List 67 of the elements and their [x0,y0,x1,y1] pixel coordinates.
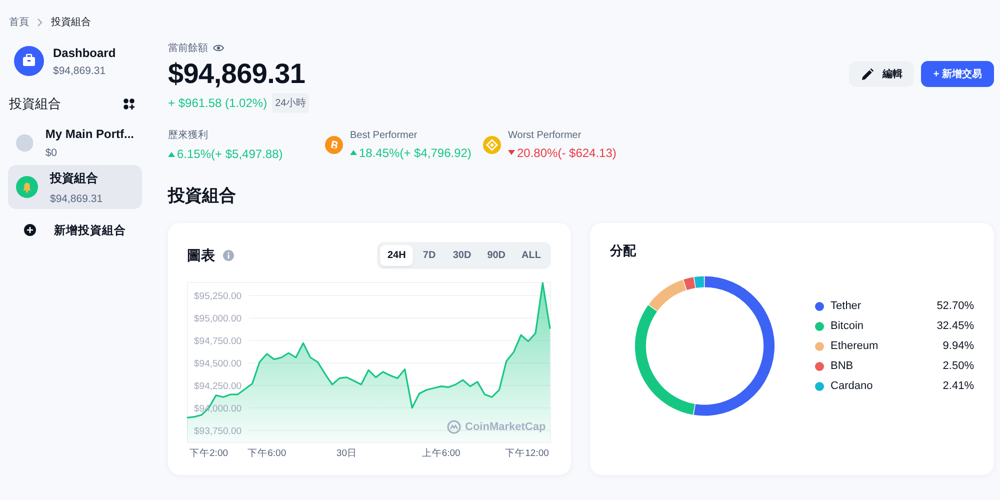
stat-label: 歷來獲利 [168,128,209,142]
dashboard-value: $94,869.31 [53,64,107,76]
portfolio-item[interactable]: 投資組合 $94,869.31 [8,165,142,209]
x-axis-label: 上午6:00 [422,448,460,459]
y-axis-label: $94,250.00 [194,380,242,392]
breadcrumb-link[interactable]: 首頁 [9,15,29,29]
bell-icon [16,176,38,198]
portfolio-name: 投資組合 [50,170,99,186]
x-axis-label: 下午6:00 [248,448,286,459]
legend-share: 9.94% [942,340,974,352]
legend-share: 52.70% [936,300,974,312]
legend-share: 2.41% [942,380,974,392]
range-tab[interactable]: 90D [480,245,513,266]
legend-name: Ethereum [830,340,880,352]
legend-name: Bitcoin [830,320,865,332]
y-axis-label: $95,250.00 [194,290,242,302]
range-tab[interactable]: 30D [446,245,478,266]
portfolio-value: $94,869.31 [50,192,103,204]
legend-name: Tether [830,300,862,312]
y-axis-label: $93,750.00 [194,426,242,437]
x-axis-label: 30日 [336,448,357,459]
stat-label: Worst Performer [508,130,582,140]
portfolio-name: My Main Portf... [45,127,134,141]
dashboard-item[interactable]: Dashboard $94,869.31 [8,45,142,77]
avatar-icon [16,132,34,154]
range-tab[interactable]: 7D [414,245,444,266]
coin-icon [483,136,501,154]
range-tab[interactable]: 24H [380,245,413,266]
stat-label: Best Performer [350,130,418,140]
section-label: 投資組合 [9,95,61,113]
bitcoin-icon [325,136,343,154]
add-icon [24,223,36,237]
eye-icon [213,44,224,52]
stat-value: 18.45%(+ $4,796.92) [359,146,472,160]
stat-value: 20.80%(- $624.13) [517,146,616,160]
x-axis-label: 下午2:00 [190,448,228,459]
card-title: 分配 [610,242,636,260]
add-transaction-button[interactable]: + 新增交易 [921,61,994,87]
chevron-icon [37,18,43,26]
card-title: 圖表 [187,246,215,264]
stat-value: 6.15%(+ $5,497.88) [177,147,283,161]
y-axis-label: $94,500.00 [194,358,242,370]
chart-watermark: CoinMarketCap [447,420,546,434]
portfolio-value: $0 [45,147,58,159]
x-axis-label: 下午12:00 [505,448,549,459]
balance-change: + $961.58 (1.02%) [168,96,268,110]
dashboard-title: Dashboard [53,46,116,60]
portfolio-item[interactable]: My Main Portf... $0 [8,121,142,165]
period-badge: 24小時 [272,93,310,113]
add-portfolio-button[interactable]: 新增投資組合 [8,222,142,238]
pencil-icon [861,68,874,80]
range-tab[interactable]: ALL [514,245,548,266]
balance-label: 當前餘額 [168,42,208,55]
grid-plus-icon [123,98,135,110]
legend-name: BNB [830,360,854,372]
legend-name: Cardano [830,380,874,392]
logo-icon [447,420,461,434]
y-axis-label: $94,750.00 [194,336,242,347]
info-icon [223,250,234,261]
breadcrumb-link[interactable]: 投資組合 [51,15,91,29]
balance-amount: $94,869.31 [168,58,306,90]
edit-button[interactable]: 編輯 [849,61,914,87]
legend-share: 2.50% [942,360,974,372]
section-title: 投資組合 [168,186,237,206]
legend-share: 32.45% [936,320,974,332]
briefcase-icon [14,46,44,76]
y-axis-label: $95,000.00 [194,313,242,324]
